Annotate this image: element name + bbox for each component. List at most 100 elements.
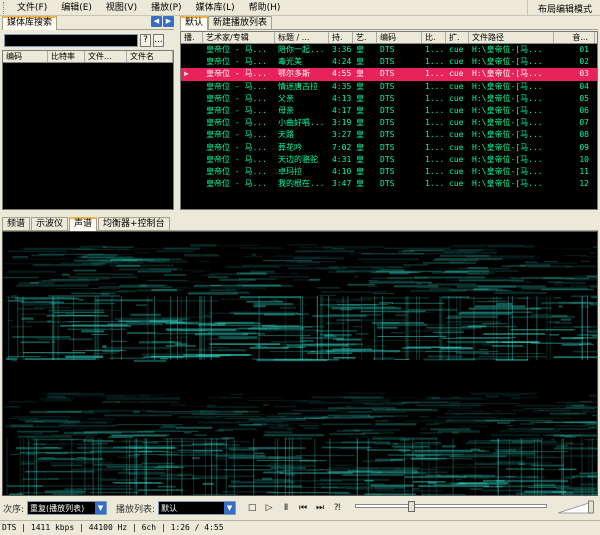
cell-bitrate: 1... (425, 81, 445, 91)
column-header-track[interactable]: 音... (554, 32, 595, 43)
column-header-file[interactable]: 文件... (85, 51, 127, 62)
cell-codec: DTS (380, 105, 395, 115)
column-header-duration[interactable]: 持. (329, 32, 353, 43)
chevron-left-icon[interactable]: ◀ (151, 16, 162, 27)
playlist-row[interactable]: 皇帝位 - 马... 卓玛拉 4:10 皇 DTS 1... cue H:\皇帝位-[马...… (181, 166, 597, 178)
tab-spectrum[interactable]: 频谱 (2, 217, 31, 230)
cell-artist-album: 皇帝位 - 马... (206, 142, 267, 152)
tab-oscilloscope[interactable]: 示波仪 (31, 217, 69, 230)
menu-view[interactable]: 视图(V) (99, 0, 144, 16)
tab-playlist-default[interactable]: 默认 (180, 16, 209, 30)
playlist-row[interactable]: ▶ 皇帝位 - 马... 鄂尔多斯 4:55 皇 DTS 1... cue H:\皇帝位-[马.… (181, 68, 597, 81)
playlist-row[interactable]: 皇帝位 - 马... 葬花吟 7:02 皇 DTS 1... cue H:\皇帝位-[马...… (181, 142, 597, 154)
cell-title: 陪你一起... (278, 45, 325, 54)
chevron-right-icon[interactable]: ▶ (163, 16, 174, 27)
menu-file[interactable]: 文件(F) (10, 0, 54, 16)
column-header-artist-album[interactable]: 艺术家/专辑 (203, 32, 275, 43)
seek-thumb[interactable] (407, 501, 415, 512)
column-header-codec[interactable]: 编码 (3, 51, 48, 62)
playlist-select[interactable]: 默认 ▼ (158, 501, 237, 515)
random-icon[interactable]: ⁈ (330, 501, 344, 515)
status-bar: DTS | 1411 kbps | 44100 Hz | 6ch | 1:26 … (0, 520, 600, 535)
menu-playback[interactable]: 播放(P) (144, 0, 188, 16)
spectrogram-view[interactable] (2, 231, 598, 496)
prev-icon[interactable]: ⏮ (296, 501, 310, 515)
playlist-row[interactable]: 皇帝位 - 马... 母亲 4:17 皇 DTS 1... cue H:\皇帝位-[马... 0… (181, 105, 597, 117)
cell-artist-album: 皇帝位 - 马... (206, 154, 267, 164)
playlist-row[interactable]: 皇帝位 - 马... 天边的骆驼 4:31 皇 DTS 1... cue H:\皇帝位-[马.… (181, 154, 597, 166)
stop-icon[interactable]: □ (245, 501, 259, 515)
cell-title: 卓玛拉 (278, 166, 302, 176)
menu-help[interactable]: 帮助(H) (242, 0, 288, 16)
playlist-row[interactable]: 皇帝位 - 马... 小曲好唱... 3:19 皇 DTS 1... cue H:\皇帝位-[… (181, 117, 597, 129)
playlist-row[interactable]: 皇帝位 - 马... 陪你一起... 3:36 皇 DTS 1... cue H:\皇帝位-[… (181, 44, 597, 56)
cell-artist: 皇 (356, 118, 364, 128)
toolbar-grip[interactable] (3, 1, 6, 14)
cell-artist: 皇 (356, 81, 364, 91)
column-header-extension[interactable]: 扩. (446, 32, 469, 43)
cell-bitrate: 1... (425, 105, 445, 115)
column-header-filename[interactable]: 文件名 (127, 51, 173, 62)
order-select[interactable]: 重复(播放列表) ▼ (27, 501, 108, 515)
menu-library[interactable]: 媒体库(L) (189, 0, 242, 16)
pause-icon[interactable]: Ⅱ (279, 501, 293, 515)
layout-edit-mode[interactable]: 布局编辑模式 (526, 0, 600, 16)
cell-artist-album: 皇帝位 - 马... (206, 45, 267, 54)
cell-duration: 3:36 (332, 45, 352, 54)
cell-file-path: H:\皇帝位-[马... (472, 179, 543, 189)
column-header-bitrate[interactable]: 比特率 (48, 51, 85, 62)
playing-indicator (181, 93, 203, 105)
cell-duration: 3:19 (332, 118, 352, 128)
tab-library-search[interactable]: 媒体库搜索 (2, 16, 58, 30)
cell-track: 12 (579, 179, 589, 189)
chevron-down-icon[interactable]: ▼ (95, 502, 107, 514)
column-header-file-path[interactable]: 文件路径 (469, 32, 554, 43)
playlist-row[interactable]: 皇帝位 - 马... 毒光美 4:24 皇 DTS 1... cue H:\皇帝位-[马...… (181, 56, 597, 68)
next-icon[interactable]: ⏭ (313, 501, 327, 515)
cell-duration: 4:55 (332, 69, 352, 79)
cell-duration: 4:10 (332, 166, 352, 176)
library-results-list[interactable]: 编码 比特率 文件... 文件名 (2, 50, 174, 210)
cell-artist: 皇 (356, 166, 364, 176)
order-label: 次序: (3, 504, 25, 515)
playing-indicator (181, 44, 203, 56)
tab-spectrogram[interactable]: 声谱 (69, 217, 98, 231)
column-header-bitrate[interactable]: 比. (422, 32, 446, 43)
cell-extension: cue (449, 81, 464, 91)
menu-edit[interactable]: 编辑(E) (54, 0, 99, 16)
seek-bar[interactable] (355, 501, 547, 512)
playlist-row[interactable]: 皇帝位 - 马... 情迷唐古拉 4:35 皇 DTS 1... cue H:\皇帝位-[马.… (181, 81, 597, 93)
column-header-artist[interactable]: 艺. (353, 32, 377, 43)
search-more-button[interactable]: ... (153, 34, 164, 47)
cell-track: 03 (579, 69, 589, 79)
tab-new-playlist[interactable]: 新建播放列表 (208, 16, 273, 29)
chevron-down-icon[interactable]: ▼ (224, 502, 236, 514)
cell-codec: DTS (380, 69, 395, 79)
cell-codec: DTS (380, 81, 395, 91)
cell-extension: cue (449, 69, 464, 79)
cell-bitrate: 1... (425, 45, 445, 54)
search-help-button[interactable]: ? (140, 34, 151, 47)
playlist-select-label: 播放列表: (116, 504, 156, 515)
cell-artist-album: 皇帝位 - 马... (206, 118, 267, 128)
playlist-row[interactable]: 皇帝位 - 马... 天路 3:27 皇 DTS 1... cue H:\皇帝位-[马... 0… (181, 129, 597, 141)
playlist-view[interactable]: 播. 艺术家/专辑 标题 / ... 持. 艺. 编码 比. 扩. 文件路径 音… (180, 31, 598, 210)
order-select-value: 重复(播放列表) (30, 503, 85, 513)
library-panel: 媒体库搜索 ◀ ▶ ? ... 编码 比特率 文件... 文件名 (2, 16, 174, 210)
play-icon[interactable]: ▷ (262, 501, 276, 515)
cell-track: 08 (579, 130, 589, 140)
playlist-row[interactable]: 皇帝位 - 马... 父亲 4:13 皇 DTS 1... cue H:\皇帝位-[马... 0… (181, 93, 597, 105)
tab-equalizer-console[interactable]: 均衡器+控制台 (98, 217, 170, 230)
cell-duration: 3:47 (332, 179, 352, 189)
column-header-title[interactable]: 标题 / ... (275, 32, 329, 43)
library-search-input[interactable] (4, 34, 138, 47)
playlist-row[interactable]: 皇帝位 - 马... 我的根在... 3:47 皇 DTS 1... cue H:\皇帝位-[… (181, 178, 597, 190)
volume-thumb[interactable] (587, 500, 594, 514)
cell-artist: 皇 (356, 57, 364, 67)
column-header-codec[interactable]: 编码 (377, 32, 422, 43)
column-header-playing[interactable]: 播. (181, 32, 203, 43)
cell-artist: 皇 (356, 69, 364, 79)
cell-file-path: H:\皇帝位-[马... (472, 81, 543, 91)
volume-slider[interactable] (558, 500, 596, 514)
cell-file-path: H:\皇帝位-[马... (472, 57, 543, 67)
